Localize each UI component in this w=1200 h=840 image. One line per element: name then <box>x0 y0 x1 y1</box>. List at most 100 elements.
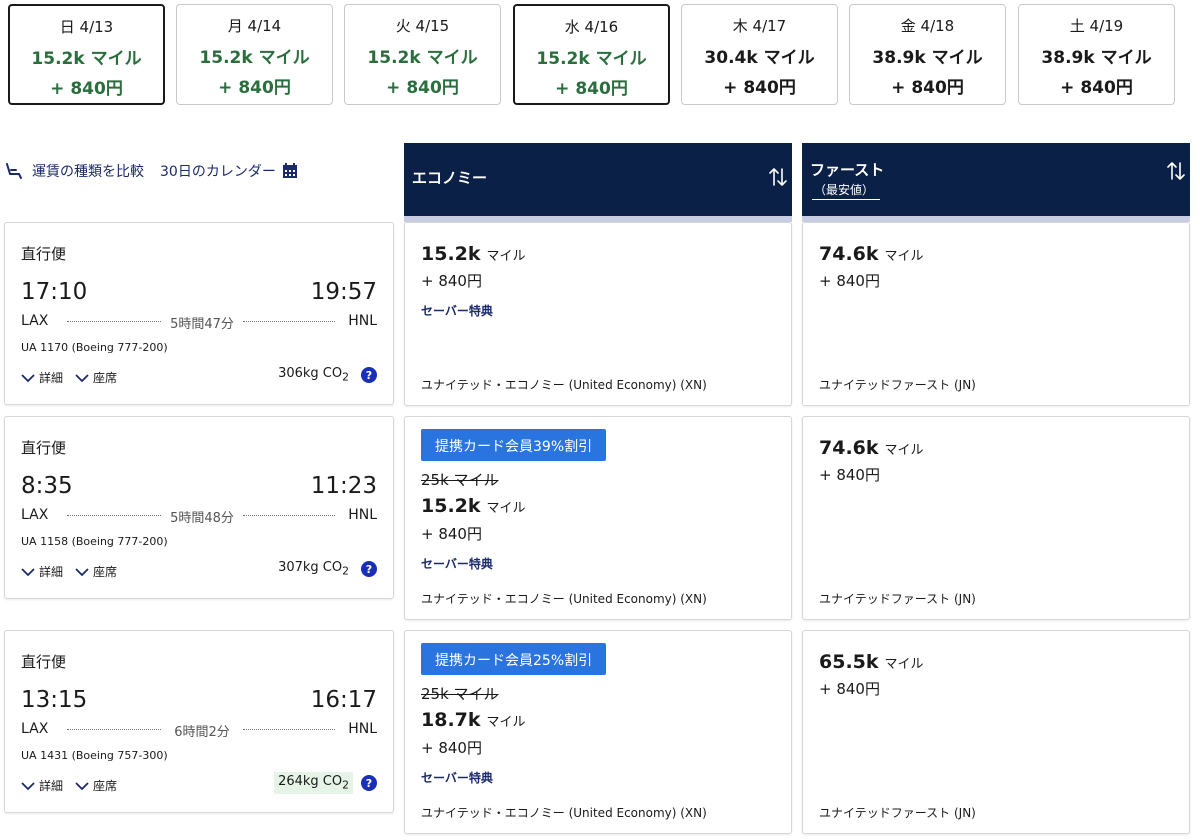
date-label: 日 4/13 <box>59 18 114 36</box>
miles-value: 18.7k <box>421 709 481 731</box>
fare-fee: + 840円 <box>819 466 880 484</box>
date-cell-0[interactable]: 日 4/13 15.2k マイル + 840円 <box>8 4 165 105</box>
flight-card: 直行便 13:15 16:17 LAX 6時間2分 HNL UA 1431 (B… <box>4 630 394 813</box>
sort-icon[interactable] <box>768 166 788 188</box>
date-cell-3[interactable]: 水 4/16 15.2k マイル + 840円 <box>513 4 670 105</box>
original-miles: 25k マイル <box>421 471 499 489</box>
seat-icon <box>6 163 22 179</box>
saver-award-label: セーバー特典 <box>421 771 493 785</box>
flight-number: UA 1431 (Boeing 757-300) <box>21 749 168 762</box>
compare-fare-types-link[interactable]: 運賃の種類を比較 <box>32 161 144 181</box>
date-cell-5[interactable]: 金 4/18 38.9k マイル + 840円 <box>849 4 1006 105</box>
help-icon[interactable]: ? <box>361 366 377 383</box>
date-label: 月 4/14 <box>227 17 282 35</box>
details-link[interactable]: 詳細 <box>39 777 63 794</box>
economy-fare-card[interactable]: 提携カード会員25%割引 25k マイル 18.7k マイル + 840円 セー… <box>404 630 792 834</box>
date-fee: + 840円 <box>891 78 964 98</box>
flight-number: UA 1170 (Boeing 777-200) <box>21 341 168 354</box>
first-fare-card[interactable]: 74.6k マイル + 840円 ユナイテッドファースト (JN) <box>802 416 1190 620</box>
date-cell-4[interactable]: 木 4/17 30.4k マイル + 840円 <box>681 4 838 105</box>
details-link[interactable]: 詳細 <box>39 369 63 386</box>
svg-text:?: ? <box>366 563 372 576</box>
cabin-name: ユナイテッド・エコノミー (United Economy) (XN) <box>421 592 707 606</box>
seats-link[interactable]: 座席 <box>93 777 117 794</box>
svg-text:?: ? <box>366 369 372 382</box>
flight-duration: 5時間48分 <box>170 511 234 526</box>
departure-time: 13:15 <box>21 687 88 713</box>
seats-link[interactable]: 座席 <box>93 369 117 386</box>
departure-time: 17:10 <box>21 279 88 305</box>
miles-unit: マイル <box>486 715 526 730</box>
card-member-discount-badge: 提携カード会員25%割引 <box>421 643 607 675</box>
date-fee: + 840円 <box>386 78 459 98</box>
miles-unit: マイル <box>884 657 924 672</box>
fare-miles: 74.6k マイル <box>819 437 924 459</box>
fare-fee: + 840円 <box>421 739 482 757</box>
flight-type: 直行便 <box>21 653 67 671</box>
economy-column-header[interactable]: エコノミー <box>404 143 792 222</box>
miles-value: 65.5k <box>819 651 879 673</box>
economy-column-title: エコノミー <box>412 169 488 187</box>
date-cell-6[interactable]: 土 4/19 38.9k マイル + 840円 <box>1018 4 1175 105</box>
saver-award-label: セーバー特典 <box>421 304 493 318</box>
date-fee: + 840円 <box>1060 78 1133 98</box>
fare-fee: + 840円 <box>819 272 880 290</box>
fare-fee: + 840円 <box>421 272 482 290</box>
flight-number: UA 1158 (Boeing 777-200) <box>21 535 168 548</box>
date-label: 火 4/15 <box>395 17 450 35</box>
cabin-name: ユナイテッド・エコノミー (United Economy) (XN) <box>421 378 707 392</box>
chevron-down-icon <box>21 781 35 790</box>
flight-links: 詳細 座席 <box>21 369 129 386</box>
fare-miles: 18.7k マイル <box>421 709 526 731</box>
co2-value: 264kg CO <box>278 774 343 789</box>
miles-value: 74.6k <box>819 437 879 459</box>
chevron-down-icon <box>21 373 35 382</box>
details-link[interactable]: 詳細 <box>39 563 63 580</box>
miles-unit: マイル <box>884 443 924 458</box>
first-column-subtitle: （最安値） <box>812 181 881 200</box>
fare-miles: 15.2k マイル <box>421 495 526 517</box>
co2-emission: 307kg CO2 ? <box>274 558 377 580</box>
miles-value: 15.2k <box>421 495 481 517</box>
miles-value: 74.6k <box>819 243 879 265</box>
flight-type: 直行便 <box>21 245 67 263</box>
seats-link[interactable]: 座席 <box>93 563 117 580</box>
date-cell-1[interactable]: 月 4/14 15.2k マイル + 840円 <box>176 4 333 105</box>
date-miles: 30.4k マイル <box>704 48 815 68</box>
chevron-down-icon <box>75 781 89 790</box>
calendar-icon[interactable] <box>282 163 298 179</box>
route-line <box>243 729 335 730</box>
date-label: 金 4/18 <box>900 17 955 35</box>
card-member-discount-badge: 提携カード会員39%割引 <box>421 429 607 461</box>
destination-airport: HNL <box>348 721 377 737</box>
fare-fee: + 840円 <box>819 680 880 698</box>
date-fee: + 840円 <box>218 78 291 98</box>
economy-fare-card[interactable]: 15.2k マイル + 840円 セーバー特典 ユナイテッド・エコノミー (Un… <box>404 222 792 406</box>
date-miles: 15.2k マイル <box>31 49 142 69</box>
first-fare-card[interactable]: 65.5k マイル + 840円 ユナイテッドファースト (JN) <box>802 630 1190 834</box>
co2-emission: 306kg CO2 ? <box>274 364 377 386</box>
cabin-name: ユナイテッドファースト (JN) <box>819 378 976 392</box>
date-cell-2[interactable]: 火 4/15 15.2k マイル + 840円 <box>344 4 501 105</box>
route-line <box>243 515 335 516</box>
miles-value: 15.2k <box>421 243 481 265</box>
date-miles: 15.2k マイル <box>536 49 647 69</box>
chevron-down-icon <box>21 567 35 576</box>
chevron-down-icon <box>75 567 89 576</box>
date-label: 木 4/17 <box>732 17 787 35</box>
economy-fare-card[interactable]: 提携カード会員39%割引 25k マイル 15.2k マイル + 840円 セー… <box>404 416 792 620</box>
flight-duration: 5時間47分 <box>170 317 234 332</box>
date-miles: 15.2k マイル <box>199 48 310 68</box>
origin-airport: LAX <box>21 721 49 737</box>
fare-miles: 15.2k マイル <box>421 243 526 265</box>
first-fare-card[interactable]: 74.6k マイル + 840円 ユナイテッドファースト (JN) <box>802 222 1190 406</box>
help-icon[interactable]: ? <box>361 774 377 791</box>
date-strip: 日 4/13 15.2k マイル + 840円 月 4/14 15.2k マイル… <box>8 4 1188 106</box>
route-line <box>67 515 161 516</box>
help-icon[interactable]: ? <box>361 560 377 577</box>
first-column-header[interactable]: ファースト （最安値） <box>802 143 1190 222</box>
sort-icon[interactable] <box>1166 160 1186 182</box>
date-miles: 15.2k マイル <box>367 48 478 68</box>
co2-emission: 264kg CO2 ? <box>274 772 377 794</box>
calendar-30-days-link[interactable]: 30日のカレンダー <box>160 161 276 181</box>
